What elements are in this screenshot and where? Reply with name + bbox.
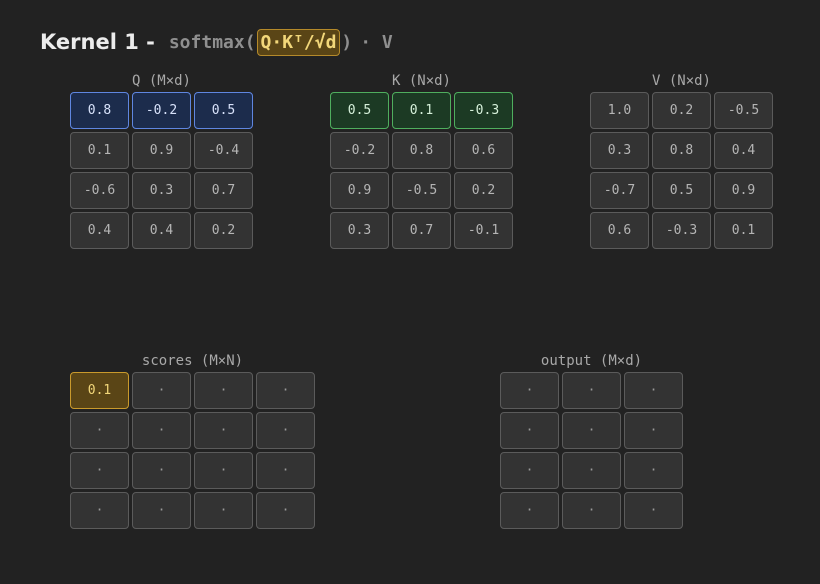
matrix-scores-cell-r2c1: · — [132, 452, 191, 489]
matrix-scores-cell-r3c0: · — [70, 492, 129, 529]
matrix-v-cell-r3c1: -0.3 — [652, 212, 711, 249]
matrix-v-cell-r2c1: 0.5 — [652, 172, 711, 209]
matrix-k-cell-r1c1: 0.8 — [392, 132, 451, 169]
matrix-scores-cell-r3c3: · — [256, 492, 315, 529]
matrix-output-cell-r1c0: · — [500, 412, 559, 449]
matrix-q-label: Q (M×d) — [131, 73, 191, 89]
matrix-q-cell-r3c0: 0.4 — [70, 212, 129, 249]
kernel-title: Kernel 1 - softmax( Q·Kᵀ/√d ) · V — [40, 26, 393, 58]
matrix-scores-cell-r3c1: · — [132, 492, 191, 529]
matrix-q-cell-r0c1: -0.2 — [132, 92, 191, 129]
matrix-scores-grid: 0.1 · · · · · · · · · · · · · · · — [70, 372, 315, 529]
matrix-output-cell-r0c0: · — [500, 372, 559, 409]
matrix-v-grid: 1.0 0.2 -0.5 0.3 0.8 0.4 -0.7 0.5 0.9 0.6 -0.3 0.1 — [590, 92, 773, 249]
matrix-v-cell-r3c0: 0.6 — [590, 212, 649, 249]
matrix-v-cell-r0c0: 1.0 — [590, 92, 649, 129]
matrix-scores-cell-r1c3: · — [256, 412, 315, 449]
matrix-q-cell-r0c0: 0.8 — [70, 92, 129, 129]
matrix-scores-cell-r0c2: · — [194, 372, 253, 409]
matrix-q-cell-r2c0: -0.6 — [70, 172, 129, 209]
matrix-k-cell-r1c2: 0.6 — [454, 132, 513, 169]
matrix-v-cell-r0c2: -0.5 — [714, 92, 773, 129]
matrix-output-cell-r1c2: · — [624, 412, 683, 449]
matrix-scores-cell-r1c1: · — [132, 412, 191, 449]
matrix-v-cell-r2c0: -0.7 — [590, 172, 649, 209]
matrix-output-label: output (M×d) — [540, 353, 643, 369]
matrix-output-cell-r0c1: · — [562, 372, 621, 409]
matrix-scores-cell-r1c0: · — [70, 412, 129, 449]
matrix-k-cell-r1c0: -0.2 — [330, 132, 389, 169]
formula-highlight: Q·Kᵀ/√d — [256, 28, 341, 56]
matrix-scores-cell-r0c3: · — [256, 372, 315, 409]
matrix-v-label: V (N×d) — [651, 73, 711, 89]
matrix-q-cell-r0c2: 0.5 — [194, 92, 253, 129]
matrix-q-cell-r1c0: 0.1 — [70, 132, 129, 169]
matrix-output-cell-r2c0: · — [500, 452, 559, 489]
matrix-k-cell-r3c0: 0.3 — [330, 212, 389, 249]
matrix-v-cell-r1c0: 0.3 — [590, 132, 649, 169]
matrix-q-cell-r2c2: 0.7 — [194, 172, 253, 209]
matrix-v-cell-r2c2: 0.9 — [714, 172, 773, 209]
matrix-scores-cell-r3c2: · — [194, 492, 253, 529]
formula-close: ) — [341, 31, 353, 53]
matrix-output-cell-r2c2: · — [624, 452, 683, 489]
matrix-output-cell-r2c1: · — [562, 452, 621, 489]
matrix-scores-cell-r0c0: 0.1 — [70, 372, 129, 409]
matrix-output-cell-r0c2: · — [624, 372, 683, 409]
matrix-q-cell-r1c2: -0.4 — [194, 132, 253, 169]
matrix-scores-cell-r1c2: · — [194, 412, 253, 449]
matrix-output-cell-r3c0: · — [500, 492, 559, 529]
matrix-q-cell-r3c2: 0.2 — [194, 212, 253, 249]
matrix-v-cell-r1c2: 0.4 — [714, 132, 773, 169]
matrix-scores-cell-r0c1: · — [132, 372, 191, 409]
matrix-k-cell-r2c0: 0.9 — [330, 172, 389, 209]
matrix-scores-cell-r2c3: · — [256, 452, 315, 489]
matrix-v-cell-r3c2: 0.1 — [714, 212, 773, 249]
matrix-v-cell-r1c1: 0.8 — [652, 132, 711, 169]
matrix-scores-label: scores (M×N) — [141, 353, 244, 369]
matrix-k-cell-r3c2: -0.1 — [454, 212, 513, 249]
matrix-output-cell-r3c1: · — [562, 492, 621, 529]
kernel-title-label: Kernel 1 - — [40, 30, 155, 54]
formula-suffix: · V — [360, 31, 393, 53]
matrix-k-grid: 0.5 0.1 -0.3 -0.2 0.8 0.6 0.9 -0.5 0.2 0.3 0.7 -0.1 — [330, 92, 513, 249]
matrix-output-grid: · · · · · · · · · · · · — [500, 372, 683, 529]
matrix-q-cell-r1c1: 0.9 — [132, 132, 191, 169]
matrix-k-label: K (N×d) — [391, 73, 451, 89]
matrix-scores-cell-r2c0: · — [70, 452, 129, 489]
matrix-k-cell-r2c1: -0.5 — [392, 172, 451, 209]
matrix-output-cell-r3c2: · — [624, 492, 683, 529]
matrix-q-grid: 0.8 -0.2 0.5 0.1 0.9 -0.4 -0.6 0.3 0.7 0.4 0.4 0.2 — [70, 92, 253, 249]
matrix-k-cell-r0c0: 0.5 — [330, 92, 389, 129]
matrix-q-cell-r3c1: 0.4 — [132, 212, 191, 249]
matrix-k-cell-r0c1: 0.1 — [392, 92, 451, 129]
matrix-v-cell-r0c1: 0.2 — [652, 92, 711, 129]
matrix-k-cell-r3c1: 0.7 — [392, 212, 451, 249]
matrix-k-cell-r0c2: -0.3 — [454, 92, 513, 129]
formula-prefix: softmax( — [168, 31, 256, 53]
matrix-output-cell-r1c1: · — [562, 412, 621, 449]
matrix-k-cell-r2c2: 0.2 — [454, 172, 513, 209]
matrix-scores-cell-r2c2: · — [194, 452, 253, 489]
matrix-q-cell-r2c1: 0.3 — [132, 172, 191, 209]
